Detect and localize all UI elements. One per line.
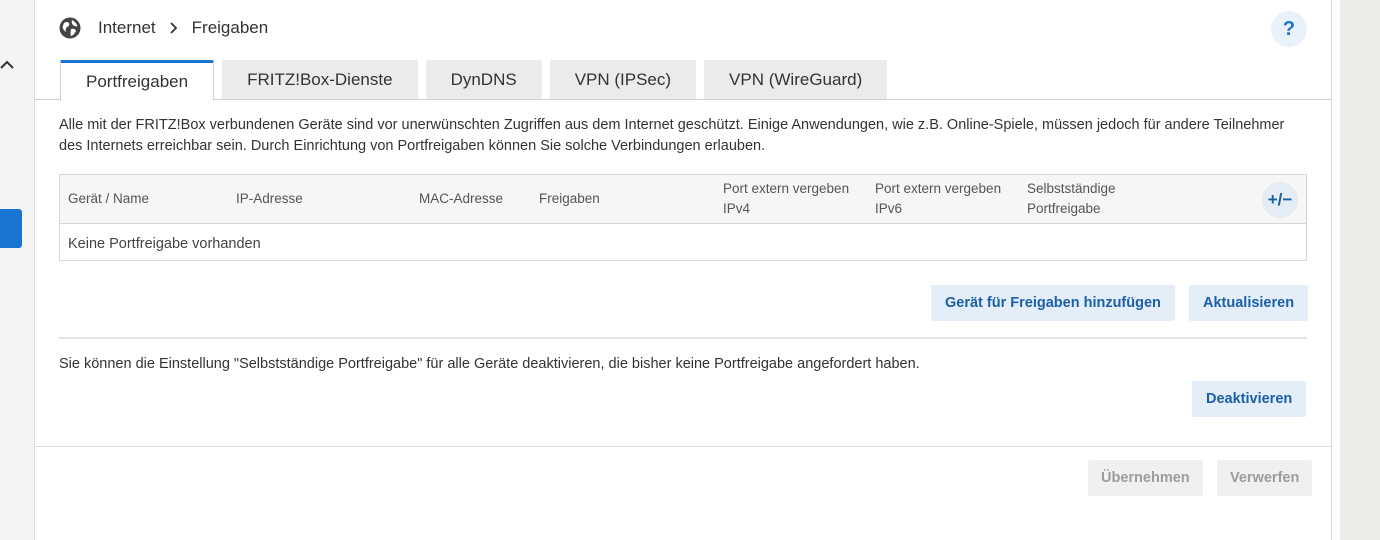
tab-fritzbox-dienste[interactable]: FRITZ!Box-Dienste (222, 60, 418, 100)
column-header-port-ipv6[interactable]: Port extern vergeben IPv6 (875, 179, 1001, 219)
section-divider (59, 337, 1307, 339)
footer-divider (35, 446, 1331, 447)
column-header-self-share-line1: Selbstständige (1027, 181, 1116, 196)
refresh-button[interactable]: Aktualisieren (1189, 285, 1309, 321)
breadcrumb: Internet Freigaben (58, 14, 268, 42)
globe-icon (59, 17, 81, 39)
deactivate-button[interactable]: Deaktivieren (1192, 381, 1307, 417)
discard-button[interactable]: Verwerfen (1217, 460, 1313, 496)
column-header-self-share-line2: Portfreigabe (1027, 201, 1101, 216)
table-empty-row: Keine Portfreigabe vorhanden (68, 236, 261, 252)
plus-minus-icon[interactable]: +/− (1262, 182, 1298, 218)
tab-vpn-wireguard[interactable]: VPN (WireGuard) (704, 60, 888, 100)
port-forwarding-table: Gerät / Name IP-Adresse MAC-Adresse Frei… (59, 174, 1307, 261)
column-header-port-ipv4[interactable]: Port extern vergeben IPv4 (723, 179, 849, 219)
left-sidebar (0, 0, 35, 540)
column-header-mac[interactable]: MAC-Adresse (419, 189, 503, 209)
column-header-self-share[interactable]: Selbstständige Portfreigabe (1027, 179, 1116, 219)
intro-text: Alle mit der FRITZ!Box verbundenen Gerät… (59, 117, 1285, 154)
tab-portfreigaben[interactable]: Portfreigaben (60, 60, 215, 101)
tab-dyndns[interactable]: DynDNS (425, 60, 542, 100)
right-panel-edge (1332, 0, 1340, 540)
chevron-right-icon (170, 22, 177, 34)
column-header-ip[interactable]: IP-Adresse (236, 189, 303, 209)
tab-bar: Portfreigaben FRITZ!Box-Dienste DynDNS V… (60, 60, 895, 101)
add-device-button[interactable]: Gerät für Freigaben hinzufügen (931, 285, 1175, 321)
sidebar-active-item[interactable] (0, 209, 22, 248)
chevron-up-icon[interactable] (0, 58, 14, 72)
column-header-shares[interactable]: Freigaben (539, 189, 600, 209)
column-header-name[interactable]: Gerät / Name (68, 189, 149, 209)
column-header-port-ipv4-line2: IPv4 (723, 201, 751, 216)
column-header-port-ipv6-line2: IPv6 (875, 201, 903, 216)
right-panel-strip (1331, 0, 1380, 540)
apply-button[interactable]: Übernehmen (1088, 460, 1203, 496)
breadcrumb-page: Freigaben (191, 18, 269, 37)
self-share-note: Sie können die Einstellung "Selbstständi… (59, 356, 920, 372)
tab-underline (35, 99, 1331, 100)
tab-vpn-ipsec[interactable]: VPN (IPSec) (549, 60, 697, 100)
column-header-port-ipv6-line1: Port extern vergeben (875, 181, 1002, 196)
table-header: Gerät / Name IP-Adresse MAC-Adresse Frei… (60, 175, 1306, 224)
column-header-port-ipv4-line1: Port extern vergeben (723, 181, 850, 196)
breadcrumb-section[interactable]: Internet (98, 18, 156, 38)
help-button[interactable]: ? (1271, 11, 1307, 47)
